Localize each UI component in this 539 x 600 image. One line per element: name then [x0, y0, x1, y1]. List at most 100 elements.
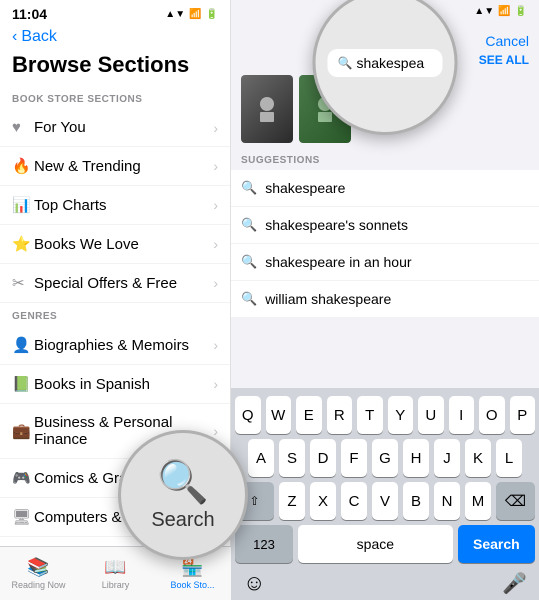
menu-item-new-trending[interactable]: 🔥 New & Trending ›: [0, 147, 230, 186]
heart-icon: ♥: [12, 119, 34, 136]
key-q[interactable]: Q: [235, 396, 261, 434]
back-button[interactable]: ‹ Back: [0, 26, 230, 50]
chevron-icon: ›: [213, 376, 218, 392]
suggestion-text-0: shakespeare: [265, 180, 345, 196]
key-a[interactable]: A: [248, 439, 274, 477]
keyboard-row-2: A S D F G H J K L: [235, 439, 535, 477]
book-store-sections-label: BOOK STORE SECTIONS: [0, 86, 230, 109]
suggestion-item-3[interactable]: 🔍 william shakespeare: [231, 281, 539, 318]
key-y[interactable]: Y: [388, 396, 414, 434]
key-m[interactable]: M: [465, 482, 491, 520]
chart-icon: 📊: [12, 196, 34, 214]
person-icon: 👤: [12, 336, 34, 354]
book-cover-1[interactable]: [241, 75, 293, 143]
key-k[interactable]: K: [465, 439, 491, 477]
key-search[interactable]: Search: [458, 525, 535, 563]
magnifier-overlay: 🔍 Search: [118, 430, 248, 560]
menu-item-top-charts[interactable]: 📊 Top Charts ›: [0, 186, 230, 225]
back-label: Back: [21, 28, 57, 46]
scissors-icon: ✂: [12, 274, 34, 292]
status-time: 11:04: [12, 6, 47, 22]
emoji-button[interactable]: ☺: [243, 570, 265, 596]
suggestion-text-3: william shakespeare: [265, 291, 391, 307]
search-big-label: Search: [151, 509, 214, 532]
cancel-button[interactable]: Cancel: [485, 33, 529, 49]
key-p[interactable]: P: [510, 396, 536, 434]
key-z[interactable]: Z: [279, 482, 305, 520]
key-r[interactable]: R: [327, 396, 353, 434]
key-o[interactable]: O: [479, 396, 505, 434]
key-v[interactable]: V: [372, 482, 398, 520]
key-d[interactable]: D: [310, 439, 336, 477]
genres-label: GENRES: [0, 303, 230, 326]
key-b[interactable]: B: [403, 482, 429, 520]
right-wifi-icon: 📶: [498, 6, 510, 17]
suggestion-item-1[interactable]: 🔍 shakespeare's sonnets: [231, 207, 539, 244]
new-trending-label: New & Trending: [34, 158, 213, 175]
chevron-icon: ›: [213, 197, 218, 213]
suggestion-search-icon-1: 🔍: [241, 217, 257, 233]
key-s[interactable]: S: [279, 439, 305, 477]
back-chevron-icon: ‹: [12, 28, 17, 46]
search-bar[interactable]: 🔍 shakespea: [328, 49, 443, 77]
book-cover-image-1: [241, 75, 293, 143]
key-c[interactable]: C: [341, 482, 367, 520]
key-g[interactable]: G: [372, 439, 398, 477]
briefcase-icon: 💼: [12, 422, 34, 440]
right-battery-icon: 🔋: [515, 6, 527, 17]
see-all-button[interactable]: SEE ALL: [479, 53, 529, 67]
tab-library-label: Library: [102, 580, 130, 590]
fire-icon: 🔥: [12, 157, 34, 175]
tab-library[interactable]: 📖 Library: [77, 547, 154, 600]
reading-now-icon: 📚: [27, 557, 49, 578]
key-f[interactable]: F: [341, 439, 367, 477]
menu-item-biographies[interactable]: 👤 Biographies & Memoirs ›: [0, 326, 230, 365]
key-numbers[interactable]: 123: [235, 525, 293, 563]
key-i[interactable]: I: [449, 396, 475, 434]
chevron-icon: ›: [213, 275, 218, 291]
right-panel: ▲▼ 📶 🔋 Cancel SEE ALL: [231, 0, 539, 600]
menu-item-special-offers[interactable]: ✂ Special Offers & Free ›: [0, 264, 230, 303]
menu-item-books-spanish[interactable]: 📗 Books in Spanish ›: [0, 365, 230, 404]
key-delete[interactable]: ⌫: [496, 482, 535, 520]
key-l[interactable]: L: [496, 439, 522, 477]
books-we-love-label: Books We Love: [34, 236, 213, 253]
signal-icon: ▲▼: [165, 9, 185, 20]
search-big-icon: 🔍: [157, 458, 209, 507]
key-w[interactable]: W: [266, 396, 292, 434]
for-you-label: For You: [34, 119, 213, 136]
key-t[interactable]: T: [357, 396, 383, 434]
chevron-icon: ›: [213, 120, 218, 136]
menu-item-for-you[interactable]: ♥ For You ›: [0, 109, 230, 147]
key-n[interactable]: N: [434, 482, 460, 520]
page-title: Browse Sections: [0, 50, 230, 86]
key-x[interactable]: X: [310, 482, 336, 520]
search-icon: 🔍: [338, 56, 353, 70]
tab-reading-now[interactable]: 📚 Reading Now: [0, 547, 77, 600]
suggestion-item-0[interactable]: 🔍 shakespeare: [231, 170, 539, 207]
suggestion-search-icon-2: 🔍: [241, 254, 257, 270]
mic-button[interactable]: 🎤: [502, 571, 527, 596]
left-panel: 11:04 ▲▼ 📶 🔋 ‹ Back Browse Sections BOOK…: [0, 0, 231, 600]
books-spanish-label: Books in Spanish: [34, 376, 213, 393]
key-e[interactable]: E: [296, 396, 322, 434]
key-j[interactable]: J: [434, 439, 460, 477]
status-bar: 11:04 ▲▼ 📶 🔋: [0, 0, 230, 26]
wifi-icon: 📶: [189, 9, 201, 20]
key-h[interactable]: H: [403, 439, 429, 477]
key-space[interactable]: space: [298, 525, 453, 563]
suggestion-search-icon-0: 🔍: [241, 180, 257, 196]
key-u[interactable]: U: [418, 396, 444, 434]
book-icon: 📗: [12, 375, 34, 393]
book-store-icon: 🏪: [181, 557, 203, 578]
biographies-label: Biographies & Memoirs: [34, 337, 213, 354]
suggestion-item-2[interactable]: 🔍 shakespeare in an hour: [231, 244, 539, 281]
menu-item-books-we-love[interactable]: ⭐ Books We Love ›: [0, 225, 230, 264]
keyboard-bottom-row: ☺ 🎤: [235, 568, 535, 596]
top-charts-label: Top Charts: [34, 197, 213, 214]
tab-book-store-label: Book Sto...: [170, 580, 214, 590]
right-status-icons: ▲▼ 📶 🔋: [474, 6, 527, 17]
keyboard-row-1: Q W E R T Y U I O P: [235, 396, 535, 434]
keyboard-row-4: 123 space Search: [235, 525, 535, 563]
star-icon: ⭐: [12, 235, 34, 253]
